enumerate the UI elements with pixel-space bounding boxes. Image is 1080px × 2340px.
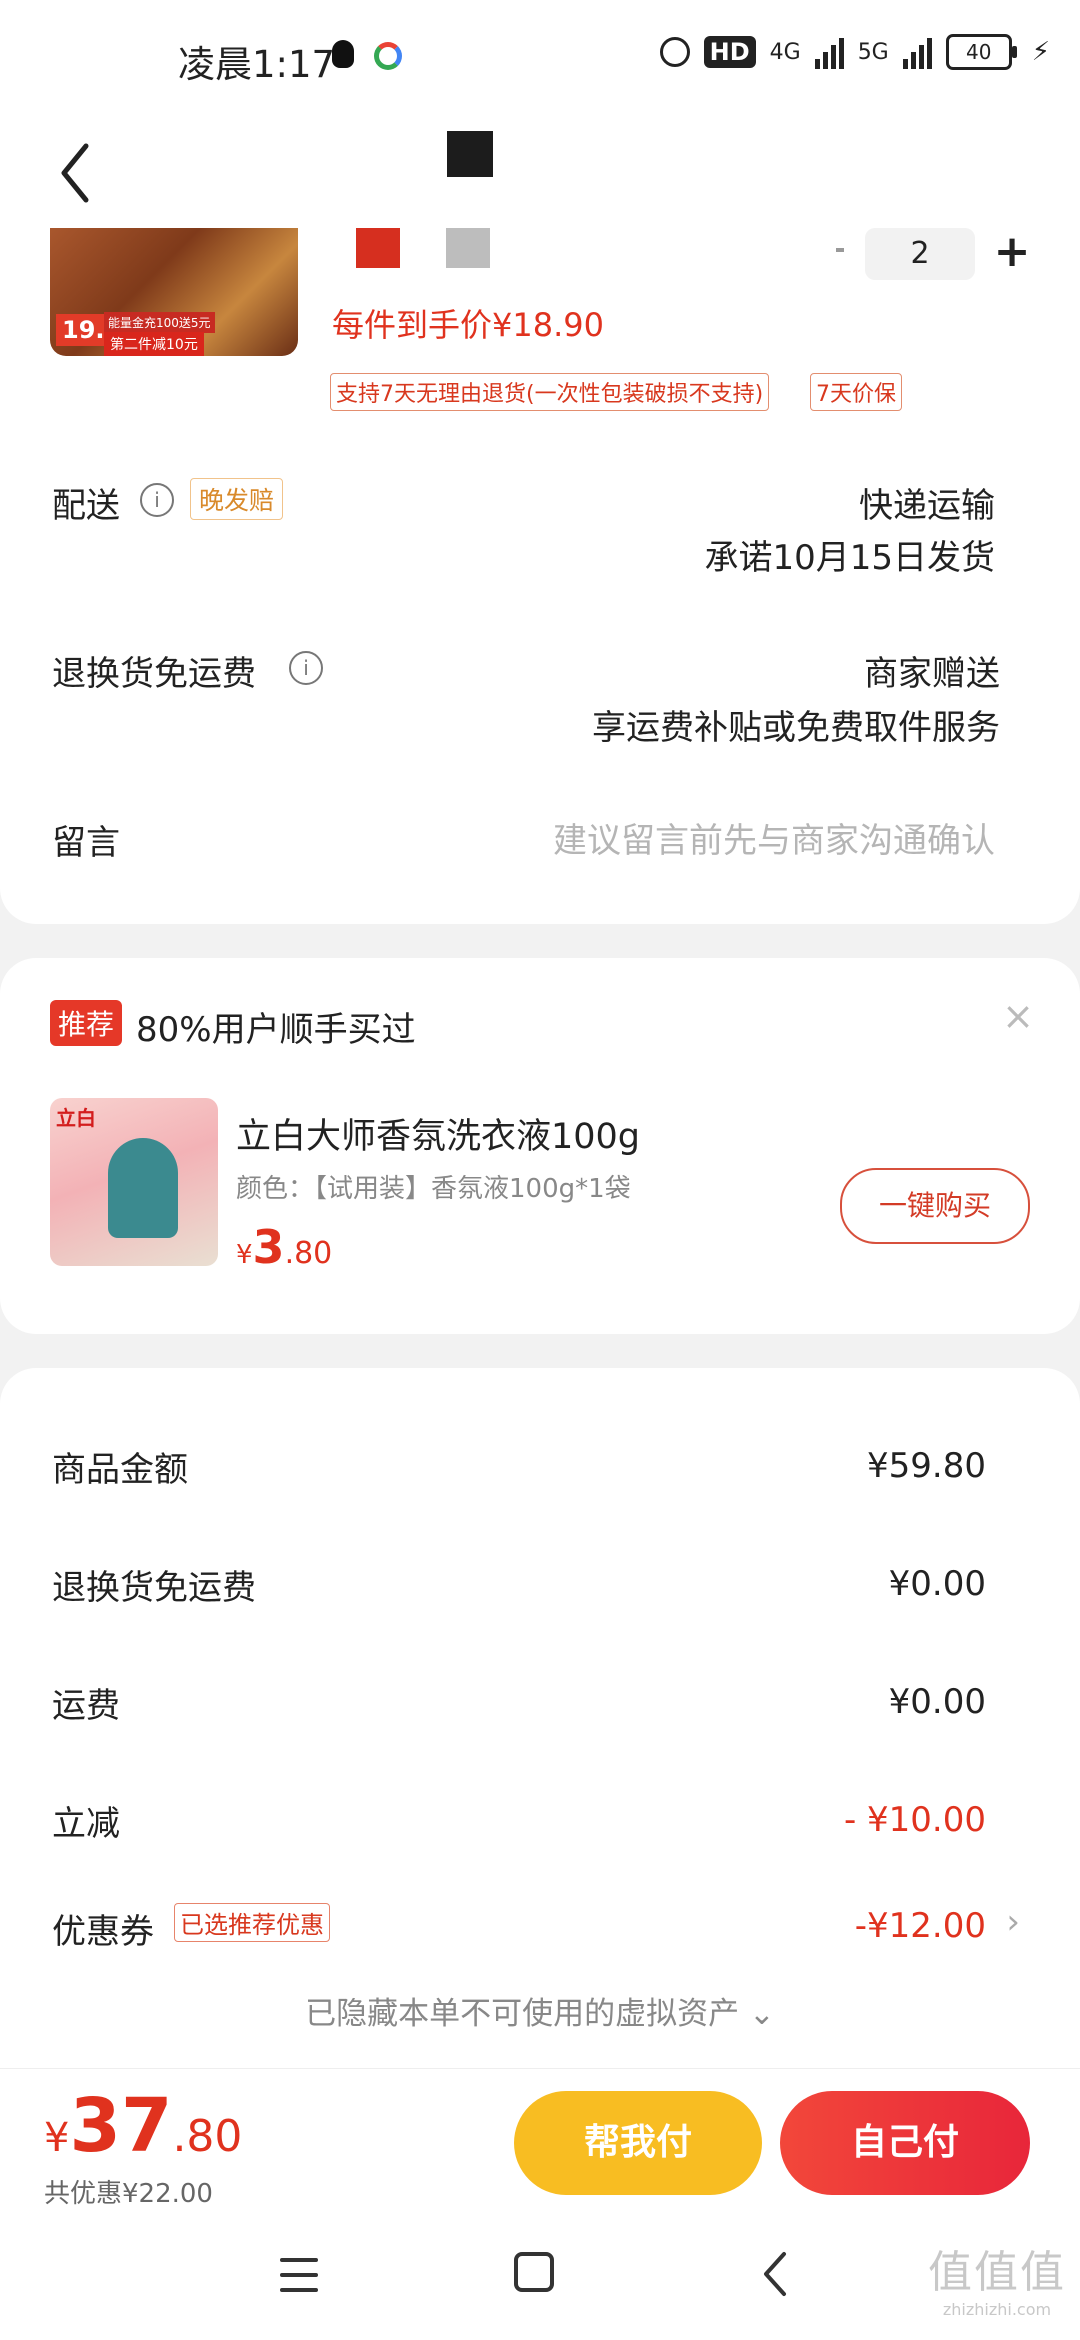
signal-icon-2	[902, 35, 932, 69]
coupon-recommend-tag: 已选推荐优惠	[174, 1903, 330, 1942]
network-4g-label: 4G	[769, 39, 801, 65]
product-image-promo-2: 第二件减10元	[104, 332, 204, 356]
return-fee-value: ¥0.00	[888, 1564, 986, 1604]
instant-discount-label: 立减	[52, 1804, 120, 1844]
shipping-fee-label: 运费	[52, 1686, 120, 1726]
price-symbol: ¥	[236, 1240, 253, 1270]
shipping-label: 配送	[52, 486, 120, 526]
plus-button[interactable]: +	[990, 228, 1034, 280]
total-saving: 共优惠¥22.00	[44, 2179, 213, 2209]
signal-icon	[814, 35, 844, 69]
top-nav	[0, 118, 1080, 228]
battery-icon: 40	[945, 34, 1017, 70]
return-info-icon[interactable]: i	[289, 651, 323, 685]
product-image[interactable]: 19.9 能量金充100送5元 第二件减10元	[50, 228, 298, 356]
charging-icon: ⚡	[1031, 37, 1050, 67]
per-item-price: 每件到手价¥18.90	[332, 306, 604, 344]
back-icon[interactable]	[56, 138, 96, 208]
order-item-card: 19.9 能量金充100送5元 第二件减10元 2 + 每件到手价¥18.90 …	[0, 228, 1080, 924]
shipping-promise: 承诺10月15日发货	[704, 538, 995, 578]
close-icon[interactable]: ×	[1002, 994, 1034, 1038]
recommend-product-image[interactable]: 立白	[50, 1098, 218, 1266]
shipping-info-icon[interactable]: i	[140, 483, 174, 517]
spec-swatch-gray	[446, 228, 490, 268]
home-icon[interactable]	[514, 2252, 554, 2292]
late-delivery-badge: 晚发赔	[190, 478, 284, 520]
status-icons: HD 4G 5G 40 ⚡	[659, 34, 1050, 70]
watermark-url: zhizhizhi.com	[942, 2300, 1052, 2319]
coupon-label: 优惠券	[52, 1912, 154, 1952]
total-symbol: ¥	[44, 2115, 70, 2161]
alarm-icon	[659, 37, 690, 67]
quantity-stepper[interactable]: 2	[865, 228, 975, 280]
chevron-right-icon[interactable]: ›	[1006, 1902, 1020, 1942]
recommend-title: 80%用户顺手买过	[136, 1010, 416, 1050]
price-decimal: .80	[284, 1236, 333, 1271]
price-protect-tag: 7天价保	[810, 373, 902, 411]
recommend-image-figure	[108, 1138, 178, 1238]
message-label: 留言	[52, 823, 120, 863]
pay-myself-button[interactable]: 自己付	[780, 2091, 1030, 2195]
spec-swatch-red	[356, 228, 400, 268]
checkout-bar: ¥37.80 共优惠¥22.00 帮我付 自己付	[0, 2068, 1080, 2229]
help-me-pay-button[interactable]: 帮我付	[514, 2091, 762, 2195]
hd-badge: HD	[703, 36, 756, 68]
menu-icon[interactable]	[280, 2258, 318, 2292]
status-time: 凌晨1:17	[178, 43, 336, 86]
total-decimal: .80	[172, 2111, 243, 2162]
title-placeholder-block	[447, 131, 493, 177]
goods-amount-value: ¥59.80	[867, 1446, 986, 1486]
shipping-fee-value: ¥0.00	[888, 1682, 986, 1722]
status-bar: 凌晨1:17 HD 4G 5G 40 ⚡	[0, 0, 1080, 118]
one-click-buy-button[interactable]: 一键购买	[840, 1168, 1030, 1244]
recommend-product-name[interactable]: 立白大师香氛洗衣液100g	[236, 1108, 640, 1159]
system-back-icon[interactable]	[760, 2250, 790, 2298]
return-policy-tag: 支持7天无理由退货(一次性包装破损不支持)	[330, 373, 770, 411]
coupon-value[interactable]: -¥12.00	[855, 1906, 986, 1946]
message-input[interactable]: 建议留言前先与商家沟通确认	[553, 813, 995, 862]
recommend-card: 推荐 80%用户顺手买过 × 立白 立白大师香氛洗衣液100g 颜色：【试用装】…	[0, 958, 1080, 1334]
total-price: ¥37.80	[44, 2083, 242, 2169]
return-service-desc: 享运费补贴或免费取件服务	[592, 708, 1000, 748]
return-fee-label: 退换货免运费	[52, 1568, 256, 1608]
qq-icon	[332, 40, 354, 68]
minus-button[interactable]	[836, 248, 844, 252]
hidden-assets-toggle[interactable]: 已隐藏本单不可使用的虚拟资产 ⌄	[0, 1988, 1080, 2033]
network-5g-label: 5G	[857, 39, 889, 65]
recommend-badge: 推荐	[50, 1000, 123, 1046]
instant-discount-value: - ¥10.00	[843, 1800, 986, 1840]
return-shipping-label: 退换货免运费	[52, 654, 256, 694]
return-provider: 商家赠送	[864, 654, 1000, 694]
shipping-method: 快递运输	[859, 486, 995, 526]
app-icon	[374, 42, 402, 70]
recommend-product-spec: 颜色：【试用装】香氛液100g*1袋	[236, 1174, 631, 1204]
price-integer: 3	[252, 1220, 285, 1274]
goods-amount-label: 商品金额	[52, 1450, 188, 1490]
total-integer: 37	[69, 2083, 173, 2169]
watermark: 值值值 zhizhizhi.com	[928, 2236, 1066, 2319]
system-nav-bar	[0, 2228, 1080, 2340]
product-image-promo: 能量金充100送5元	[104, 312, 215, 333]
amount-summary-card: 商品金额 ¥59.80 退换货免运费 ¥0.00 运费 ¥0.00 立减 - ¥…	[0, 1368, 1080, 2068]
watermark-logo: 值值值	[928, 2247, 1066, 2298]
recommend-image-brand: 立白	[56, 1106, 96, 1130]
recommend-product-price: ¥3.80	[236, 1220, 332, 1274]
